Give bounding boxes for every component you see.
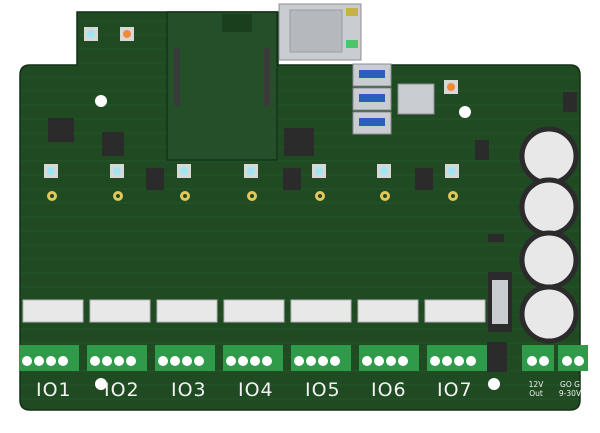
ethernet-jack-icon [278,3,362,61]
io3-label: IO3 [171,379,207,401]
io7-label: IO7 [437,379,473,401]
power-out-terminal [522,345,554,371]
power-in-label: GO G 9-30V [553,380,587,398]
sd-card-slot-icon [397,83,435,115]
io4-label: IO4 [238,379,274,401]
power-in-line1: GO G [560,380,580,389]
pcb-board: IO1 IO2 IO3 IO4 IO5 IO6 IO7 12V Out GO G… [0,0,600,429]
power-out-label: 12V Out [523,380,549,398]
compute-module [166,11,278,161]
power-in-line2: 9-30V [558,389,582,398]
power-in-terminal [558,345,588,371]
usb-port-icon [352,63,392,135]
power-out-line1: 12V [528,380,544,389]
pcb-render [19,3,588,411]
power-out-line2: Out [529,389,543,398]
io1-label: IO1 [36,379,72,401]
io6-label: IO6 [371,379,407,401]
io2-label: IO2 [104,379,140,401]
io5-label: IO5 [305,379,341,401]
